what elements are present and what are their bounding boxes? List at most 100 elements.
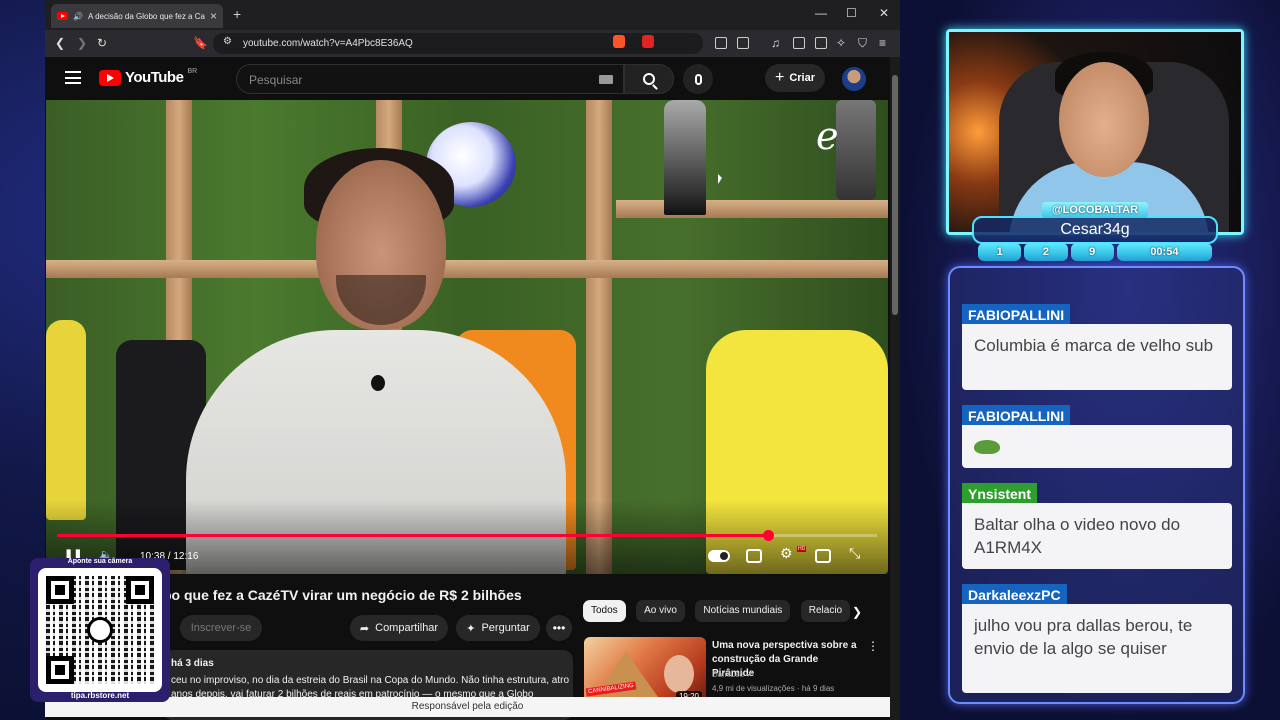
trophy-image (664, 100, 706, 215)
subscribe-button[interactable]: Inscrever-se (180, 615, 262, 641)
share-icon: ➦ (359, 622, 370, 635)
bookmark-icon[interactable]: 🔖 (193, 36, 208, 50)
navigation-bar: ❮ ❯ ↻ 🔖 ⚙ youtube.com/watch?v=A4Pbc8E36A… (45, 30, 900, 57)
chat-message: Baltar olha o video novo do A1RM4X (962, 503, 1232, 569)
new-tab-icon[interactable]: + (233, 6, 241, 22)
guide-menu-icon[interactable] (65, 71, 81, 84)
minimize-icon[interactable]: — (815, 6, 827, 20)
site-info-icon[interactable]: ⚙ (223, 36, 232, 47)
youtube-logo-icon (99, 69, 121, 86)
more-vertical-icon[interactable]: ⋮ (867, 639, 879, 653)
menu-icon[interactable]: ≡ (879, 36, 886, 50)
vpn-icon[interactable]: ⛉ (858, 36, 867, 51)
youtube-header: YouTube BR Pesquisar + Criar (45, 57, 890, 100)
browser-tab[interactable]: 🔊 A decisão da Globo que fez a Cazé × (51, 4, 223, 28)
share-button[interactable]: ➦ Compartilhar (350, 615, 448, 641)
close-tab-icon[interactable]: × (210, 9, 217, 23)
reload-icon[interactable]: ↻ (97, 36, 107, 50)
fullscreen-icon[interactable]: ⤡ (849, 545, 860, 562)
search-icon (643, 73, 655, 85)
leo-ai-icon[interactable]: ✧ (836, 36, 846, 50)
jersey-image (46, 320, 86, 520)
upload-date: há 3 dias (171, 658, 214, 669)
streamer-nameplate: Cesar34g @LOCOBALTAR 1 2 9 00:54 (972, 202, 1218, 262)
more-icon: ••• (552, 621, 566, 635)
chip-ao-vivo[interactable]: Ao vivo (636, 600, 685, 622)
qr-finder (46, 576, 74, 604)
chip-noticias-mundiais[interactable]: Notícias mundiais (695, 600, 791, 622)
forward-icon[interactable]: ❯ (77, 36, 87, 50)
notification-text: Responsável pela edição (411, 701, 524, 712)
brave-shields-icon[interactable] (613, 35, 625, 48)
recommended-meta: 4,9 mi de visualizações · há 9 dias (712, 684, 835, 693)
progress-played (57, 534, 768, 537)
chat-message: julho vou pra dallas berou, te envio de … (962, 604, 1232, 693)
search-button[interactable] (624, 64, 674, 94)
qr-header: Aponte sua câmera (67, 558, 133, 565)
chat-message (962, 425, 1232, 468)
qr-logo-icon (87, 617, 113, 643)
extensions-icon[interactable] (715, 37, 727, 49)
music-icon[interactable]: ♫ (771, 36, 780, 50)
maximize-icon[interactable]: ☐ (846, 6, 857, 20)
microphone-icon (694, 73, 702, 85)
ask-label: Perguntar (481, 622, 530, 634)
sparkle-icon: ✦ (466, 622, 476, 635)
search-input[interactable]: Pesquisar (236, 64, 624, 94)
avatar[interactable] (842, 67, 866, 91)
progress-bar[interactable] (57, 530, 877, 541)
channel-watermark: e (816, 114, 839, 158)
voice-search-button[interactable] (683, 64, 713, 94)
streamer-face (1059, 62, 1149, 177)
streamer-handle: @LOCOBALTAR (1042, 202, 1148, 218)
youtube-logo[interactable]: YouTube BR (99, 68, 198, 86)
ask-button[interactable]: ✦ Perguntar (456, 615, 540, 641)
screenshot-icon[interactable] (737, 37, 749, 49)
back-icon[interactable]: ❮ (55, 36, 65, 50)
address-bar[interactable]: ⚙ youtube.com/watch?v=A4Pbc8E36AQ (213, 33, 703, 54)
qr-code (38, 568, 162, 692)
shelf-board (616, 200, 888, 218)
video-player[interactable]: e ❚❚ 🔈 10:38 / 12:16 ⚙ HD ⤡ (46, 100, 888, 574)
url-text: youtube.com/watch?v=A4Pbc8E36AQ (243, 38, 413, 49)
autoplay-toggle[interactable] (708, 550, 730, 562)
page-scrollbar[interactable] (890, 57, 900, 720)
scrubber-handle[interactable] (762, 530, 774, 541)
settings-icon[interactable]: ⚙ (780, 545, 793, 562)
sidebar-icon[interactable] (793, 37, 805, 49)
region-label: BR (187, 68, 198, 75)
scroll-thumb[interactable] (892, 75, 898, 315)
chip-relacionados[interactable]: Relacio (800, 600, 851, 622)
tab-title: A decisão da Globo que fez a Cazé (87, 11, 205, 21)
trophy-image (836, 100, 876, 200)
chip-todos[interactable]: Todos (583, 600, 626, 622)
create-button[interactable]: + Criar (765, 64, 825, 92)
latest-follower-name: Cesar34g (972, 216, 1218, 244)
miniplayer-icon[interactable] (815, 549, 831, 563)
more-actions-button[interactable]: ••• (546, 615, 572, 641)
qr-finder (46, 656, 74, 684)
qr-finder (126, 576, 154, 604)
chat-username: Ynsistent (962, 483, 1038, 505)
lapel-mic-image (371, 375, 385, 391)
recommended-thumbnail[interactable]: CANNIBALIZING 19:20 (584, 637, 706, 705)
close-window-icon[interactable]: ✕ (879, 6, 889, 20)
subtitles-icon[interactable] (746, 549, 762, 563)
recommended-channel[interactable]: DamiLee ✔ (712, 670, 753, 679)
stream-timer: 00:54 (1116, 243, 1212, 261)
chevron-right-icon[interactable]: ❯ (852, 605, 862, 619)
tab-bar: 🔊 A decisão da Globo que fez a Cazé × + … (45, 0, 900, 30)
frog-emote-icon (974, 440, 1000, 454)
create-label: Criar (789, 72, 816, 84)
brave-rewards-icon[interactable] (642, 35, 654, 48)
keyboard-icon[interactable] (599, 75, 613, 84)
verified-icon: ✔ (746, 670, 753, 679)
stat-value: 2 (1024, 243, 1068, 261)
chat-message: Columbia é marca de velho sub (962, 324, 1232, 390)
channel-name: DamiLee (712, 670, 745, 679)
stat-value: 1 (978, 243, 1022, 261)
mouse-cursor-icon (718, 174, 722, 184)
speaker-icon[interactable]: 🔊 (73, 12, 83, 21)
chat-username: FABIOPALLINI (962, 304, 1071, 326)
wallet-icon[interactable] (815, 37, 827, 49)
